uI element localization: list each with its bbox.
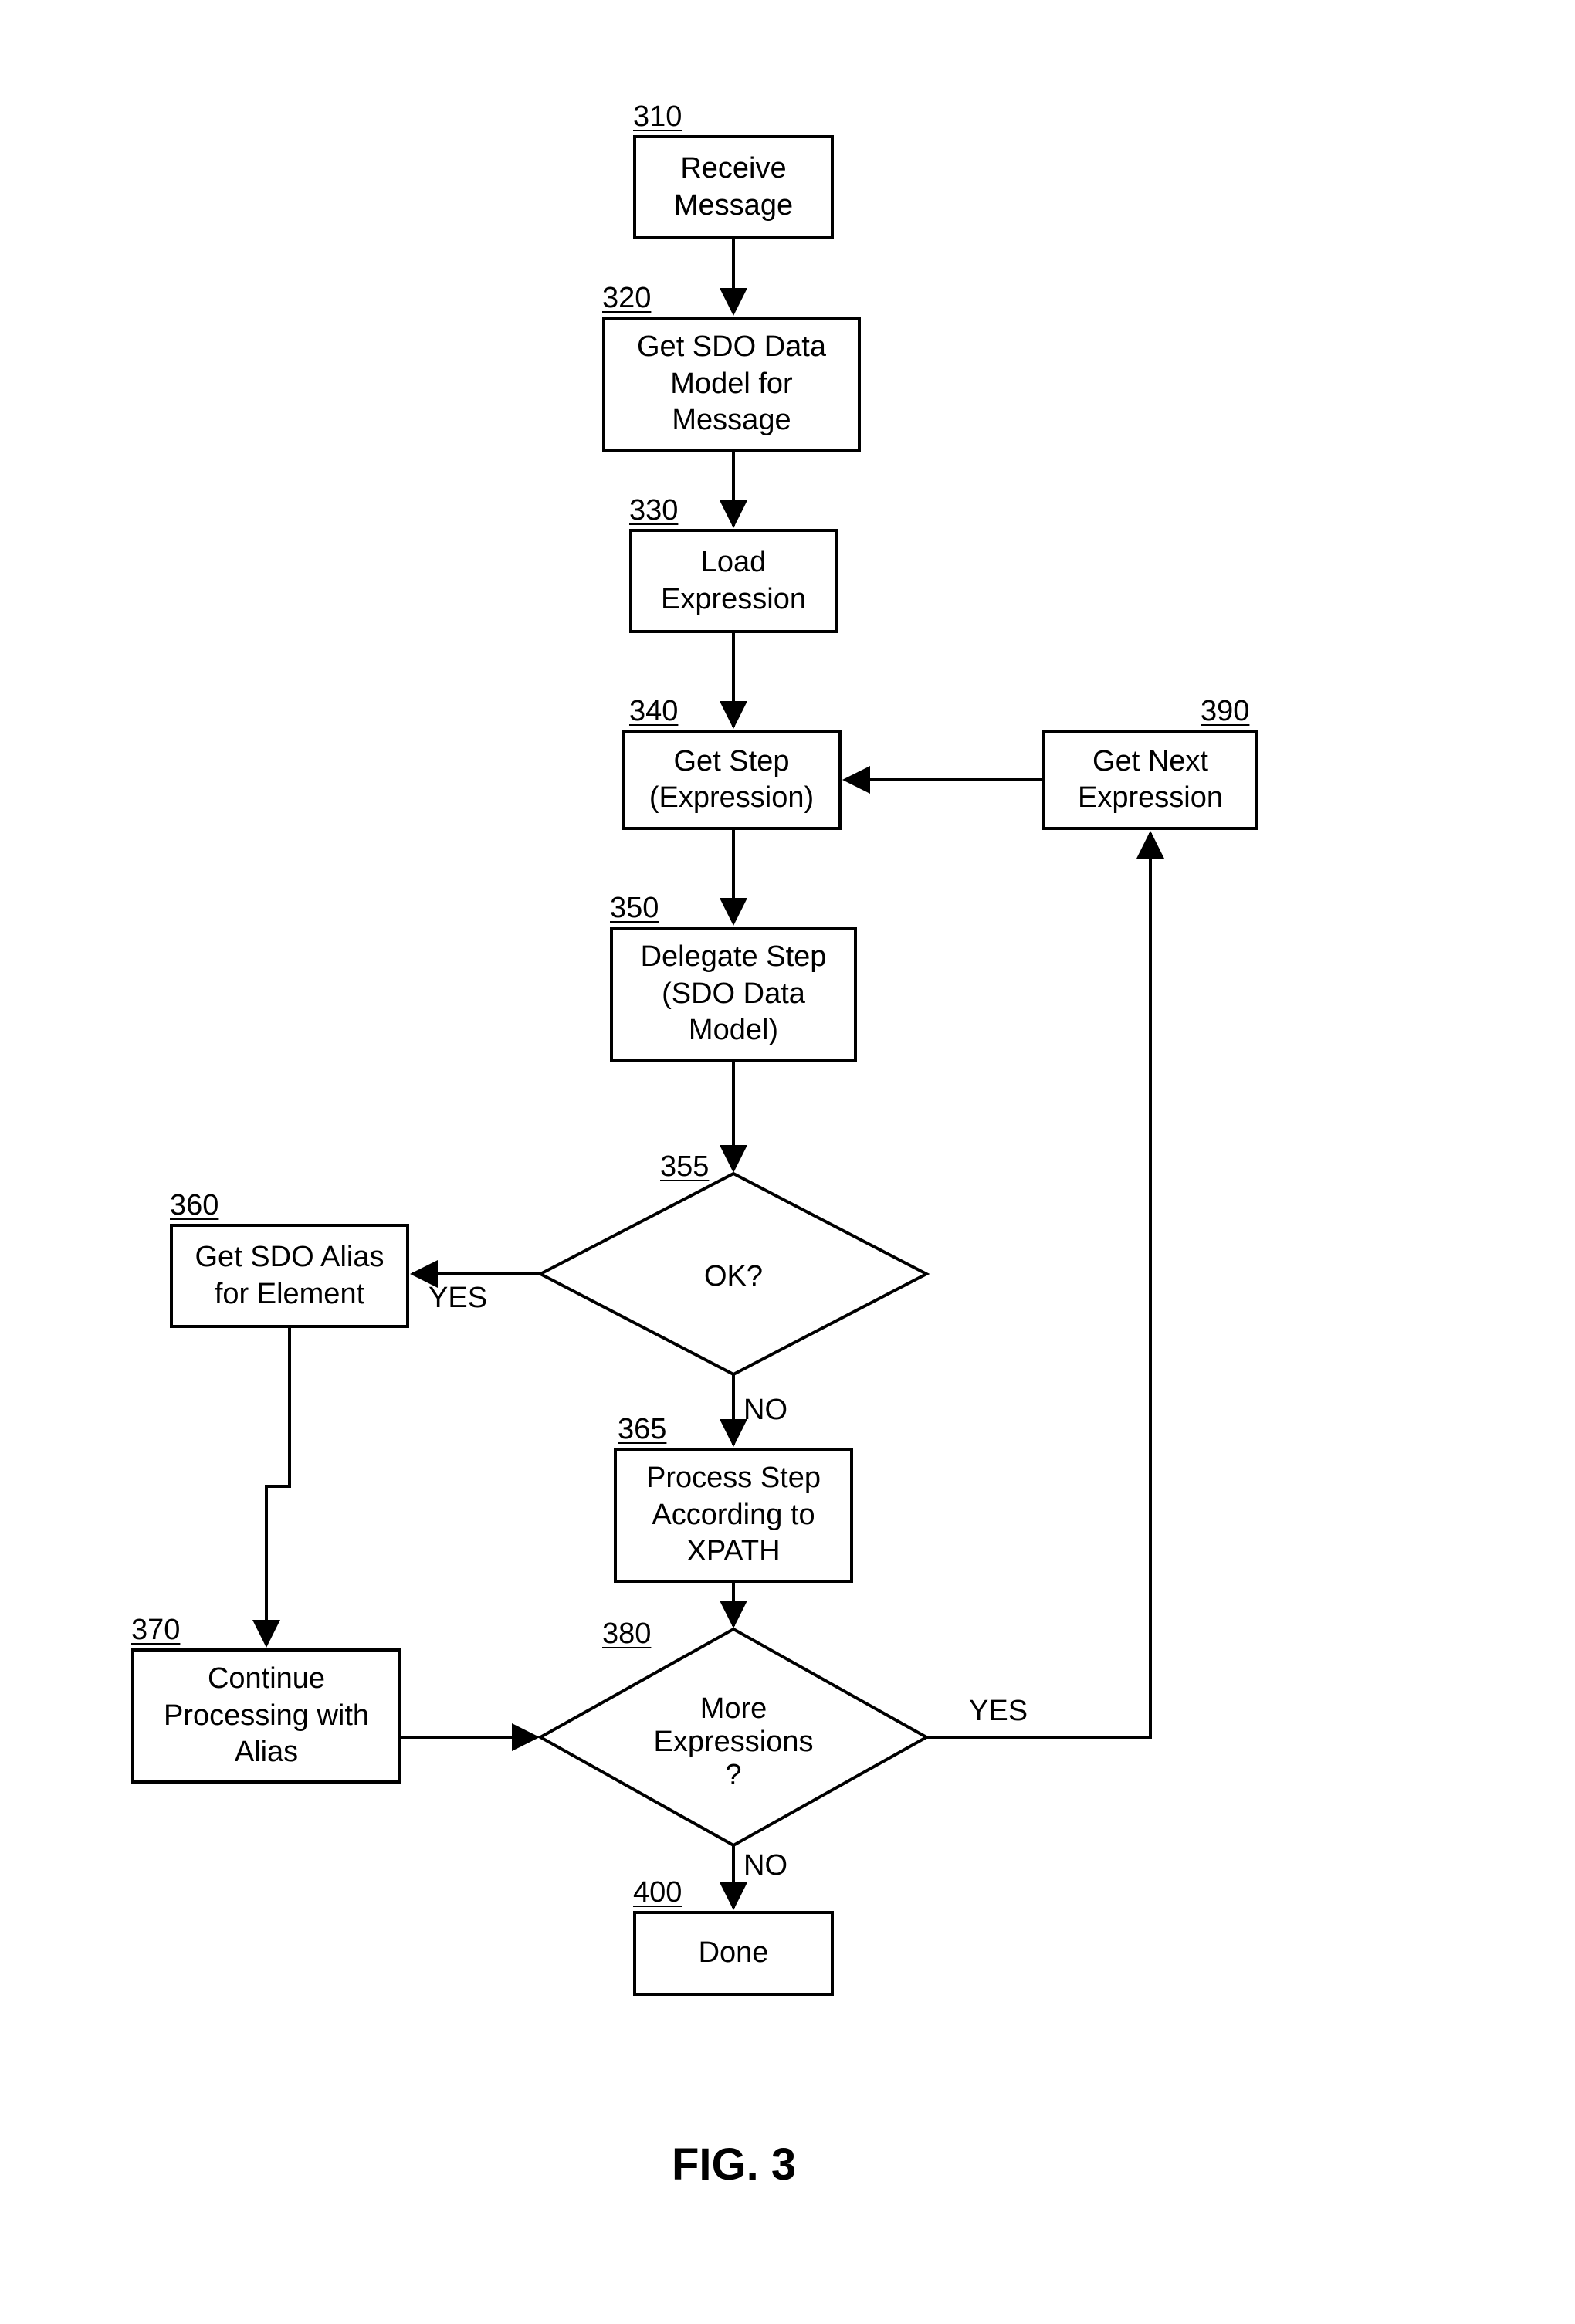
edge-355-yes-label: YES <box>428 1282 487 1315</box>
node-360-num: 360 <box>170 1189 218 1222</box>
node-355-num: 355 <box>660 1150 709 1184</box>
node-370-box: ContinueProcessing withAlias <box>131 1648 401 1784</box>
node-370-text: ContinueProcessing withAlias <box>164 1661 369 1771</box>
node-380-diamond <box>540 1629 926 1845</box>
node-365-text: Process StepAccording toXPATH <box>646 1460 821 1570</box>
node-320-box: Get SDO DataModel forMessage <box>602 317 861 452</box>
node-390-text: Get NextExpression <box>1078 744 1223 817</box>
edge-355-no-label: NO <box>743 1394 788 1427</box>
node-330-num: 330 <box>629 494 678 527</box>
node-350-num: 350 <box>610 892 659 925</box>
node-355-diamond <box>540 1174 926 1374</box>
edge-380-no-label: NO <box>743 1849 788 1882</box>
node-360-box: Get SDO Aliasfor Element <box>170 1224 409 1328</box>
figure-caption: FIG. 3 <box>672 2139 796 2190</box>
node-310-text: ReceiveMessage <box>674 151 793 224</box>
node-380-num: 380 <box>602 1618 651 1651</box>
node-400-text: Done <box>699 1935 769 1972</box>
node-400-box: Done <box>633 1911 834 1996</box>
node-380-text-l3: ? <box>725 1759 741 1791</box>
node-365-num: 365 <box>618 1413 666 1446</box>
node-340-text: Get Step(Expression) <box>649 744 814 817</box>
node-380-text-l1: More <box>700 1692 767 1725</box>
node-380-text-l2: Expressions <box>654 1726 814 1758</box>
node-400-num: 400 <box>633 1876 682 1909</box>
edge-380-yes-label: YES <box>969 1695 1028 1728</box>
node-390-num: 390 <box>1201 695 1249 728</box>
node-360-text: Get SDO Aliasfor Element <box>195 1239 384 1313</box>
node-340-num: 340 <box>629 695 678 728</box>
node-310-num: 310 <box>633 100 682 134</box>
node-310-box: ReceiveMessage <box>633 135 834 239</box>
node-340-box: Get Step(Expression) <box>622 730 842 830</box>
node-365-box: Process StepAccording toXPATH <box>614 1448 853 1583</box>
flowchart-fig3: 310 ReceiveMessage 320 Get SDO DataModel… <box>0 0 1575 2324</box>
edge-380-390 <box>926 833 1150 1737</box>
node-320-text: Get SDO DataModel forMessage <box>637 329 826 439</box>
node-350-text: Delegate Step(SDO DataModel) <box>641 939 827 1049</box>
node-320-num: 320 <box>602 282 651 315</box>
node-330-text: LoadExpression <box>661 544 806 618</box>
node-370-num: 370 <box>131 1614 180 1647</box>
edge-360-370 <box>266 1328 290 1645</box>
node-350-box: Delegate Step(SDO DataModel) <box>610 927 857 1062</box>
node-390-box: Get NextExpression <box>1042 730 1258 830</box>
node-330-box: LoadExpression <box>629 529 838 633</box>
node-355-text: OK? <box>704 1260 763 1292</box>
